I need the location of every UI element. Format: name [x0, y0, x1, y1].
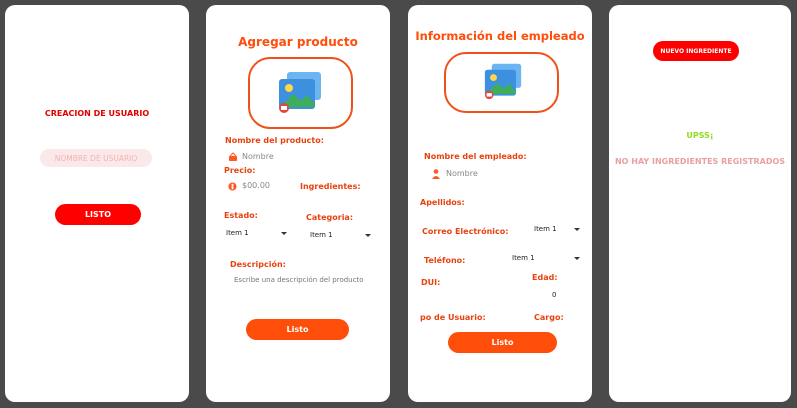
age-input[interactable]: 0: [552, 291, 556, 299]
screen-title: CREACION DE USUARIO: [44, 109, 150, 118]
email-dropdown[interactable]: Item 1: [534, 224, 580, 236]
employee-info-screen: Información del empleado Nombre del empl…: [408, 5, 592, 402]
done-button[interactable]: Listo: [246, 319, 349, 340]
phone-label: Teléfono:: [424, 256, 466, 265]
image-gallery-icon: [279, 72, 321, 113]
surname-label: Apellidos:: [420, 198, 465, 207]
phone-dropdown[interactable]: Item 1: [512, 253, 580, 265]
basket-icon: [229, 152, 237, 161]
email-dropdown-value: Item 1: [534, 225, 557, 233]
status-label: Estado:: [224, 211, 258, 220]
category-dropdown-value: Item 1: [310, 231, 333, 239]
chevron-down-icon: [574, 257, 580, 260]
new-ingredient-button[interactable]: NUEVO INGREDIENTE: [653, 41, 739, 61]
done-button[interactable]: Listo: [448, 332, 557, 353]
product-image-picker[interactable]: [248, 57, 353, 129]
user-creation-screen: CREACION DE USUARIO NOMBRE DE USUARIO LI…: [5, 5, 189, 402]
price-input[interactable]: $00.00: [242, 181, 270, 190]
description-input[interactable]: Escribe una descripción del producto: [234, 276, 363, 284]
product-name-label: Nombre del producto:: [225, 136, 324, 145]
price-label: Precio:: [224, 166, 256, 175]
employee-name-label: Nombre del empleado:: [424, 152, 527, 161]
category-dropdown[interactable]: Item 1: [310, 229, 372, 241]
employee-photo-picker[interactable]: [444, 52, 559, 113]
employee-name-input[interactable]: Nombre: [446, 169, 478, 178]
age-label: Edad:: [532, 273, 558, 282]
coin-icon: [228, 182, 237, 191]
add-product-screen: Agregar producto Nombre del producto: No…: [206, 5, 390, 402]
position-label: Cargo:: [534, 313, 564, 322]
description-label: Descripción:: [230, 260, 286, 269]
chevron-down-icon: [365, 234, 371, 237]
status-dropdown[interactable]: Item 1: [226, 227, 288, 239]
dui-label: DUI:: [421, 278, 441, 287]
chevron-down-icon: [574, 228, 580, 231]
status-dropdown-value: Item 1: [226, 229, 249, 237]
empty-state-text: NO HAY INGREDIENTES REGISTRADOS: [614, 157, 786, 166]
person-icon: [432, 169, 440, 179]
phone-dropdown-value: Item 1: [512, 254, 535, 262]
username-input[interactable]: NOMBRE DE USUARIO: [40, 149, 152, 167]
product-name-input[interactable]: Nombre: [242, 152, 274, 161]
oops-text: UPSS¡: [686, 131, 714, 140]
done-button[interactable]: LISTO: [55, 204, 141, 225]
ingredients-screen: NUEVO INGREDIENTE UPSS¡ NO HAY INGREDIEN…: [609, 5, 791, 402]
email-label: Correo Electrónico:: [422, 227, 509, 236]
page-title: Información del empleado: [415, 29, 585, 43]
category-label: Categoria:: [306, 213, 354, 222]
user-type-label: po de Usuario:: [420, 313, 486, 322]
chevron-down-icon: [281, 232, 287, 235]
image-gallery-icon: [484, 63, 522, 100]
page-title: Agregar producto: [238, 35, 358, 49]
ingredients-label: Ingredientes:: [300, 182, 361, 191]
